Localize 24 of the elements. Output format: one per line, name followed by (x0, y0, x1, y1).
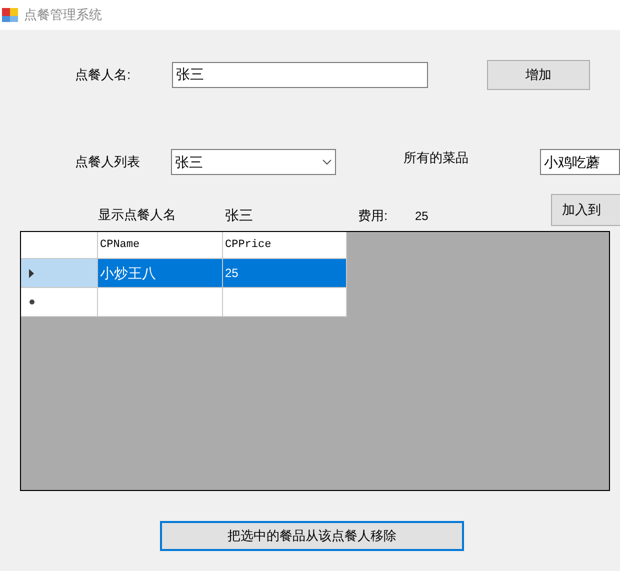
remove-button[interactable]: 把选中的餐品从该点餐人移除 (160, 521, 464, 551)
new-row-icon (29, 299, 35, 305)
window-title: 点餐管理系统 (24, 6, 102, 24)
dishes-label: 所有的菜品 (404, 149, 470, 168)
dropdown-icon (322, 159, 332, 165)
column-header[interactable]: CPPrice (223, 232, 347, 259)
customer-combo[interactable]: 张三 (171, 149, 336, 175)
table-cell: 25 (223, 259, 347, 288)
row-header[interactable] (21, 288, 98, 317)
cost-label: 费用: (358, 207, 389, 226)
name-input[interactable]: 张三 (172, 62, 428, 88)
app-icon (2, 7, 18, 23)
customer-list-label: 点餐人列表 (75, 153, 141, 172)
row-header[interactable] (21, 259, 98, 288)
show-name-label: 显示点餐人名 (98, 206, 177, 224)
cost-value: 25 (415, 208, 430, 225)
table-cell: 小炒王八 (98, 259, 223, 288)
name-label: 点餐人名: (75, 66, 132, 84)
dishes-combo[interactable]: 小鸡吃蘑 (540, 149, 620, 175)
column-header[interactable]: CPName (98, 232, 223, 259)
show-name-value: 张三 (225, 206, 254, 224)
add-to-button[interactable]: 加入到 (551, 194, 620, 226)
add-button[interactable]: 增加 (487, 60, 590, 90)
current-row-icon (29, 268, 34, 278)
